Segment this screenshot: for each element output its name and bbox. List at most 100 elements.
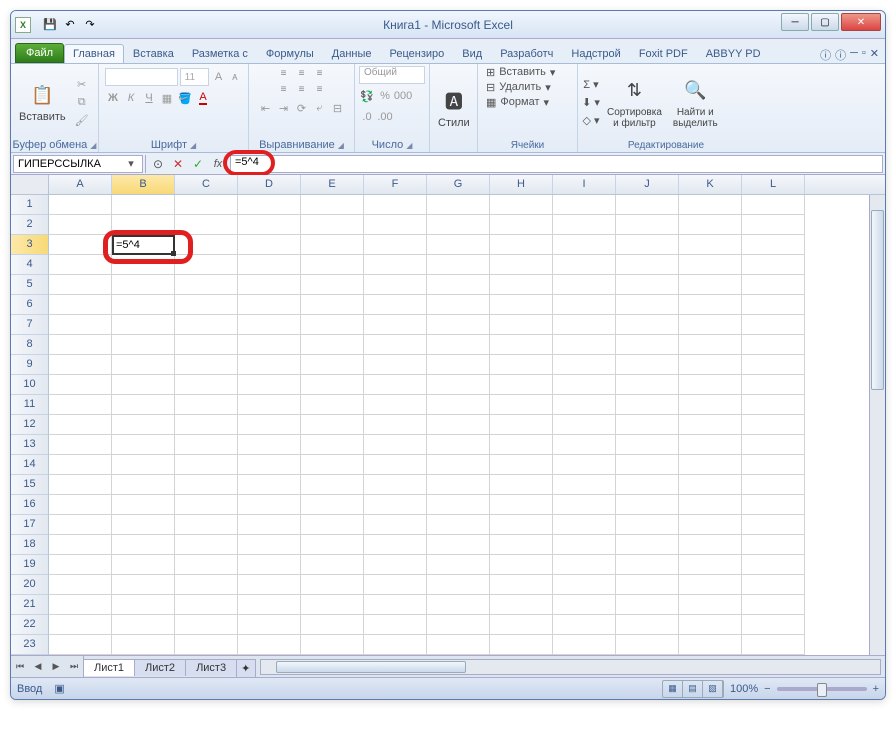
- format-cells-button[interactable]: ▦Формат ▾: [486, 96, 549, 109]
- cell-H1[interactable]: [490, 195, 553, 215]
- cell-J3[interactable]: [616, 235, 679, 255]
- cell-B17[interactable]: [112, 515, 175, 535]
- cell-B22[interactable]: [112, 615, 175, 635]
- cell-B1[interactable]: [112, 195, 175, 215]
- column-header-K[interactable]: K: [679, 175, 742, 194]
- cell-C15[interactable]: [175, 475, 238, 495]
- cell-A15[interactable]: [49, 475, 112, 495]
- cell-D14[interactable]: [238, 455, 301, 475]
- align-bottom-icon[interactable]: ≡: [312, 66, 328, 80]
- cell-A12[interactable]: [49, 415, 112, 435]
- column-header-J[interactable]: J: [616, 175, 679, 194]
- cell-C23[interactable]: [175, 635, 238, 655]
- cell-G23[interactable]: [427, 635, 490, 655]
- cell-G10[interactable]: [427, 375, 490, 395]
- cell-E19[interactable]: [301, 555, 364, 575]
- formula-input[interactable]: =5^4: [230, 155, 883, 173]
- italic-icon[interactable]: К: [123, 89, 139, 107]
- styles-button[interactable]: 🅰 Стили: [434, 85, 474, 131]
- cell-B20[interactable]: [112, 575, 175, 595]
- cell-K11[interactable]: [679, 395, 742, 415]
- help-icon[interactable]: ⓘ: [835, 47, 846, 63]
- cell-G8[interactable]: [427, 335, 490, 355]
- cell-C22[interactable]: [175, 615, 238, 635]
- cell-H13[interactable]: [490, 435, 553, 455]
- row-header-13[interactable]: 13: [11, 435, 49, 455]
- bold-icon[interactable]: Ж: [105, 89, 121, 107]
- cell-C7[interactable]: [175, 315, 238, 335]
- cell-I21[interactable]: [553, 595, 616, 615]
- cell-E23[interactable]: [301, 635, 364, 655]
- row-header-2[interactable]: 2: [11, 215, 49, 235]
- tab-file[interactable]: Файл: [15, 43, 64, 63]
- cell-F7[interactable]: [364, 315, 427, 335]
- app-icon[interactable]: X: [15, 17, 31, 33]
- cell-E2[interactable]: [301, 215, 364, 235]
- cell-F5[interactable]: [364, 275, 427, 295]
- cell-D12[interactable]: [238, 415, 301, 435]
- cell-I5[interactable]: [553, 275, 616, 295]
- align-center-icon[interactable]: ≡: [294, 82, 310, 96]
- cell-A19[interactable]: [49, 555, 112, 575]
- row-header-9[interactable]: 9: [11, 355, 49, 375]
- save-icon[interactable]: 💾: [41, 16, 59, 34]
- tab-nav-first-icon[interactable]: ⏮: [11, 656, 29, 677]
- cell-F17[interactable]: [364, 515, 427, 535]
- cell-I8[interactable]: [553, 335, 616, 355]
- insert-function-icon[interactable]: fx: [208, 155, 228, 173]
- doc-close-icon[interactable]: ✕: [870, 47, 879, 63]
- tab-addins[interactable]: Надстрой: [562, 44, 629, 63]
- cell-G14[interactable]: [427, 455, 490, 475]
- cell-L4[interactable]: [742, 255, 805, 275]
- cell-D7[interactable]: [238, 315, 301, 335]
- cell-I6[interactable]: [553, 295, 616, 315]
- cell-K21[interactable]: [679, 595, 742, 615]
- close-button[interactable]: ✕: [841, 13, 881, 31]
- row-header-17[interactable]: 17: [11, 515, 49, 535]
- align-left-icon[interactable]: ≡: [276, 82, 292, 96]
- cell-L14[interactable]: [742, 455, 805, 475]
- cell-L8[interactable]: [742, 335, 805, 355]
- cell-E17[interactable]: [301, 515, 364, 535]
- cell-A17[interactable]: [49, 515, 112, 535]
- cell-F23[interactable]: [364, 635, 427, 655]
- row-header-15[interactable]: 15: [11, 475, 49, 495]
- cell-G17[interactable]: [427, 515, 490, 535]
- cell-C5[interactable]: [175, 275, 238, 295]
- cell-G6[interactable]: [427, 295, 490, 315]
- name-box-dropdown-icon[interactable]: ▾: [124, 157, 138, 170]
- cell-F11[interactable]: [364, 395, 427, 415]
- minimize-button[interactable]: ─: [781, 13, 809, 31]
- cell-B23[interactable]: [112, 635, 175, 655]
- cell-F12[interactable]: [364, 415, 427, 435]
- align-right-icon[interactable]: ≡: [312, 82, 328, 96]
- cell-E16[interactable]: [301, 495, 364, 515]
- dialog-launcher-icon[interactable]: ◢: [190, 141, 196, 150]
- cell-K19[interactable]: [679, 555, 742, 575]
- cell-B12[interactable]: [112, 415, 175, 435]
- font-color-icon[interactable]: A: [195, 89, 211, 107]
- clear-icon[interactable]: ◇ ▾: [582, 113, 600, 129]
- cell-H9[interactable]: [490, 355, 553, 375]
- cell-K12[interactable]: [679, 415, 742, 435]
- cell-D4[interactable]: [238, 255, 301, 275]
- tab-abbyy[interactable]: ABBYY PD: [697, 44, 770, 63]
- cell-F19[interactable]: [364, 555, 427, 575]
- comma-icon[interactable]: 000: [395, 87, 411, 105]
- cell-L16[interactable]: [742, 495, 805, 515]
- cell-B13[interactable]: [112, 435, 175, 455]
- cells-area[interactable]: =5^4: [49, 195, 885, 655]
- cell-F16[interactable]: [364, 495, 427, 515]
- cell-C11[interactable]: [175, 395, 238, 415]
- cell-H4[interactable]: [490, 255, 553, 275]
- cell-G19[interactable]: [427, 555, 490, 575]
- cell-G3[interactable]: [427, 235, 490, 255]
- tab-view[interactable]: Вид: [453, 44, 491, 63]
- cell-E8[interactable]: [301, 335, 364, 355]
- cell-E1[interactable]: [301, 195, 364, 215]
- tab-foxit[interactable]: Foxit PDF: [630, 44, 697, 63]
- cell-D20[interactable]: [238, 575, 301, 595]
- row-header-6[interactable]: 6: [11, 295, 49, 315]
- doc-restore-icon[interactable]: ▫: [862, 47, 866, 63]
- cell-F3[interactable]: [364, 235, 427, 255]
